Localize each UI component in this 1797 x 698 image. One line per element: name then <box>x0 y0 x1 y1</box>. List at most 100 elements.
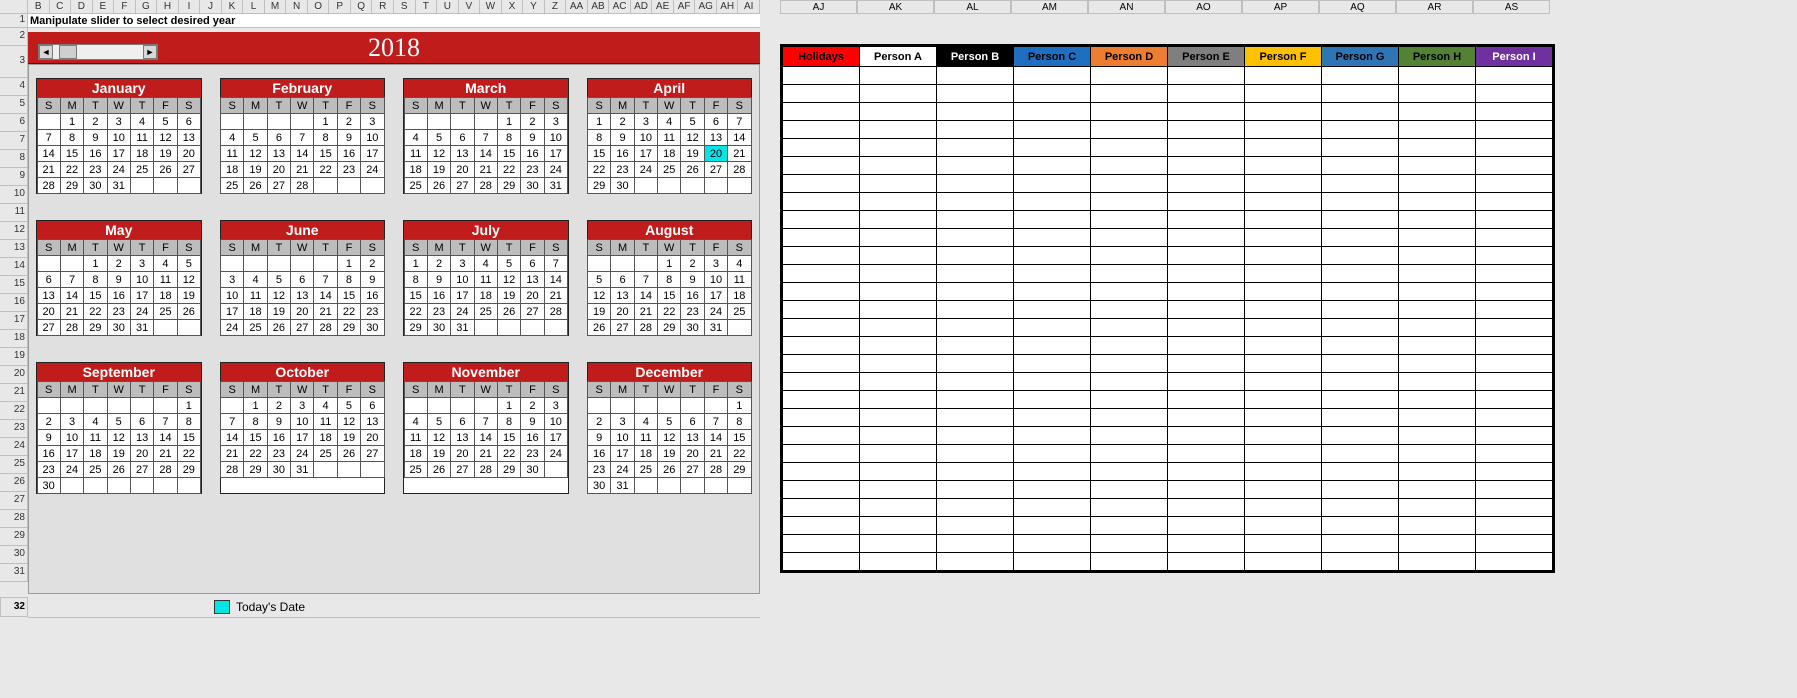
day-cell[interactable]: 11 <box>220 145 244 162</box>
day-cell[interactable]: 23 <box>427 303 451 320</box>
person-cell[interactable] <box>1014 103 1091 121</box>
person-cell[interactable] <box>1399 85 1476 103</box>
day-cell[interactable]: 29 <box>404 319 428 336</box>
person-cell[interactable] <box>1399 463 1476 481</box>
person-cell[interactable] <box>1245 229 1322 247</box>
day-cell[interactable]: 7 <box>290 129 314 146</box>
person-cell[interactable] <box>1014 229 1091 247</box>
col-header-L[interactable]: L <box>243 0 265 14</box>
day-cell[interactable]: 25 <box>474 303 498 320</box>
day-cell[interactable]: 8 <box>657 271 681 288</box>
day-cell[interactable]: 14 <box>474 145 498 162</box>
day-cell[interactable]: 11 <box>404 429 428 446</box>
day-cell[interactable]: 24 <box>544 445 568 462</box>
day-cell[interactable]: 9 <box>587 429 611 446</box>
person-cell[interactable] <box>1091 247 1168 265</box>
person-cell[interactable] <box>1014 373 1091 391</box>
person-cell[interactable] <box>1322 463 1399 481</box>
day-cell[interactable]: 17 <box>704 287 728 304</box>
day-cell[interactable]: 4 <box>404 413 428 430</box>
person-cell[interactable] <box>1476 373 1553 391</box>
col-header-AC[interactable]: AC <box>609 0 631 14</box>
day-cell[interactable]: 26 <box>680 161 704 178</box>
day-cell[interactable]: 6 <box>704 113 728 130</box>
day-cell[interactable]: 25 <box>243 319 267 336</box>
day-cell[interactable]: 26 <box>427 177 451 194</box>
day-cell[interactable]: 17 <box>290 429 314 446</box>
person-cell[interactable] <box>1091 211 1168 229</box>
person-cell[interactable] <box>1476 427 1553 445</box>
person-cell[interactable] <box>1168 427 1245 445</box>
day-cell[interactable]: 1 <box>83 255 107 272</box>
day-cell[interactable]: 19 <box>267 303 291 320</box>
day-cell[interactable]: 18 <box>83 445 107 462</box>
day-cell[interactable]: 9 <box>360 271 384 288</box>
person-cell[interactable] <box>1322 193 1399 211</box>
person-cell[interactable] <box>1399 409 1476 427</box>
day-cell[interactable]: 4 <box>474 255 498 272</box>
row-header-19[interactable]: 19 <box>0 348 28 366</box>
person-cell[interactable] <box>1245 319 1322 337</box>
person-cell[interactable] <box>1091 445 1168 463</box>
day-cell[interactable]: 19 <box>587 303 611 320</box>
day-cell[interactable]: 11 <box>153 271 177 288</box>
person-cell[interactable] <box>1168 103 1245 121</box>
day-cell[interactable]: 17 <box>610 445 634 462</box>
day-cell[interactable]: 1 <box>404 255 428 272</box>
day-cell[interactable]: 29 <box>657 319 681 336</box>
col-header-W[interactable]: W <box>480 0 502 14</box>
person-cell[interactable] <box>1245 517 1322 535</box>
day-cell[interactable]: 20 <box>610 303 634 320</box>
day-cell[interactable]: 18 <box>220 161 244 178</box>
day-cell[interactable]: 22 <box>243 445 267 462</box>
person-header-holidays[interactable]: Holidays <box>783 47 860 67</box>
person-cell[interactable] <box>937 373 1014 391</box>
person-cell[interactable] <box>937 247 1014 265</box>
person-cell[interactable] <box>1476 139 1553 157</box>
person-cell[interactable] <box>1245 139 1322 157</box>
day-cell[interactable]: 23 <box>337 161 361 178</box>
row-header-4[interactable]: 4 <box>0 78 28 96</box>
day-cell[interactable]: 7 <box>544 255 568 272</box>
day-cell[interactable]: 7 <box>474 413 498 430</box>
person-cell[interactable] <box>860 445 937 463</box>
day-cell[interactable]: 21 <box>290 161 314 178</box>
col-header-AQ[interactable]: AQ <box>1319 0 1396 14</box>
day-cell[interactable]: 21 <box>544 287 568 304</box>
col-header-AI[interactable]: AI <box>738 0 760 14</box>
person-cell[interactable] <box>1014 391 1091 409</box>
person-header-g[interactable]: Person G <box>1322 47 1399 67</box>
person-cell[interactable] <box>860 391 937 409</box>
day-cell[interactable]: 8 <box>727 413 751 430</box>
person-cell[interactable] <box>1322 427 1399 445</box>
person-header-b[interactable]: Person B <box>937 47 1014 67</box>
col-header-AE[interactable]: AE <box>652 0 674 14</box>
day-cell[interactable]: 21 <box>704 445 728 462</box>
person-cell[interactable] <box>1091 535 1168 553</box>
day-cell[interactable]: 10 <box>360 129 384 146</box>
person-cell[interactable] <box>1168 193 1245 211</box>
day-cell[interactable]: 8 <box>497 129 521 146</box>
day-cell[interactable]: 21 <box>634 303 658 320</box>
day-cell[interactable]: 22 <box>313 161 337 178</box>
col-header-T[interactable]: T <box>416 0 438 14</box>
day-cell[interactable]: 15 <box>177 429 201 446</box>
day-cell[interactable]: 14 <box>290 145 314 162</box>
person-cell[interactable] <box>937 139 1014 157</box>
person-cell[interactable] <box>1091 67 1168 85</box>
person-cell[interactable] <box>1322 535 1399 553</box>
day-cell[interactable]: 22 <box>337 303 361 320</box>
day-cell[interactable]: 19 <box>427 161 451 178</box>
person-cell[interactable] <box>783 481 860 499</box>
day-cell[interactable]: 15 <box>497 145 521 162</box>
person-cell[interactable] <box>1399 211 1476 229</box>
person-cell[interactable] <box>937 229 1014 247</box>
day-cell[interactable]: 3 <box>220 271 244 288</box>
day-cell[interactable]: 18 <box>474 287 498 304</box>
person-cell[interactable] <box>1014 445 1091 463</box>
day-cell[interactable]: 18 <box>657 145 681 162</box>
row-header-2[interactable]: 2 <box>0 28 28 46</box>
day-cell[interactable]: 16 <box>107 287 131 304</box>
person-cell[interactable] <box>1091 319 1168 337</box>
person-cell[interactable] <box>783 463 860 481</box>
